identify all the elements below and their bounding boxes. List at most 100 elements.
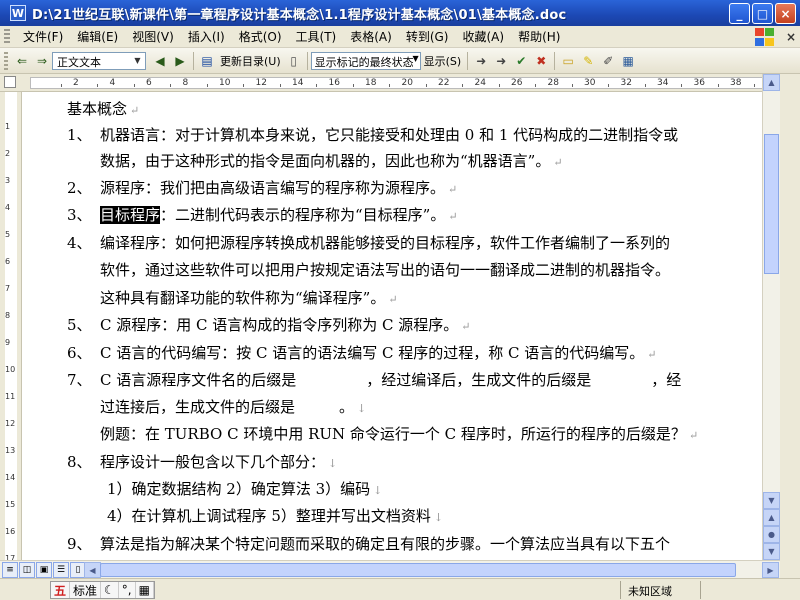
menu-help[interactable]: 帮助(H) bbox=[511, 28, 567, 45]
next-page-icon[interactable]: ▼ bbox=[763, 543, 780, 560]
tab-selector[interactable] bbox=[4, 76, 16, 88]
outline-view-icon[interactable]: ☰ bbox=[53, 562, 69, 578]
example-line: 例题：在 TURBO C 环境中用 RUN 命令运行一个 C 程序时，所运行的程… bbox=[100, 425, 699, 443]
ruler-tick bbox=[352, 84, 354, 87]
horizontal-scroll-thumb[interactable] bbox=[100, 563, 736, 577]
menu-insert[interactable]: 插入(I) bbox=[181, 28, 232, 45]
ruler-tick bbox=[681, 84, 683, 87]
list-item: 2、 源程序：我们把由高级语言编写的程序称为源程序。 ↵ bbox=[67, 179, 458, 197]
title-bar: W D:\21世纪互联\新课件\第一章程序设计基本概念\1.1程序设计基本概念\… bbox=[0, 0, 800, 26]
list-item: 5、 C 源程序：用 C 语言构成的指令序列称为 C 源程序。 ↵ bbox=[67, 316, 471, 334]
ruler-number: 32 bbox=[620, 78, 632, 88]
markup-display-select[interactable]: 显示标记的最终状态 ▼ bbox=[310, 51, 421, 70]
reject-change-icon[interactable]: ✖ bbox=[531, 51, 551, 71]
track-changes-icon[interactable]: ✐ bbox=[598, 51, 618, 71]
paragraph-mark-icon: ↵ bbox=[130, 104, 140, 117]
horizontal-ruler[interactable]: 246810121416182022242628303234363840 bbox=[0, 74, 800, 92]
previous-page-icon[interactable]: ▲ bbox=[763, 509, 780, 526]
comment-icon[interactable]: ▭ bbox=[558, 51, 578, 71]
menu-view[interactable]: 视图(V) bbox=[125, 28, 181, 45]
window-title: D:\21世纪互联\新课件\第一章程序设计基本概念\1.1程序设计基本概念\01… bbox=[32, 7, 567, 23]
list-item: 9、 算法是指为解决某个特定问题而采取的确定且有限的步骤。一个算法应当具有以下五个 bbox=[67, 535, 671, 553]
list-item-continuation: 数据，由于这种形式的指令是面向机器的，因此也称为“机器语言”。 ↵ bbox=[100, 152, 563, 170]
paragraph-mark-icon: ↵ bbox=[448, 210, 458, 223]
ruler-number: 26 bbox=[511, 78, 523, 88]
vertical-ruler-number: 15 bbox=[5, 500, 16, 509]
ruler-tick bbox=[644, 84, 646, 87]
window-right-edge bbox=[780, 74, 800, 600]
scroll-right-arrow-icon[interactable]: ▶ bbox=[762, 562, 779, 578]
vertical-ruler-number: 9 bbox=[5, 338, 11, 347]
vertical-ruler[interactable]: 1 2 3 4 5 6 7 8 9 10 11 12 13 14 15 16 17 bbox=[0, 92, 22, 563]
ime-logo-icon[interactable]: 五 bbox=[51, 582, 71, 598]
web-view-icon[interactable]: ◫ bbox=[19, 562, 35, 578]
half-width-moon-icon[interactable]: ☾ bbox=[101, 582, 119, 598]
vertical-scrollbar[interactable]: ▲ ▼ ▲ ● ▼ bbox=[762, 74, 780, 560]
show-menu-button[interactable]: 显示(S) bbox=[421, 53, 465, 69]
line-break-mark-icon: ↓ bbox=[433, 511, 444, 524]
chevron-down-icon: ▼ bbox=[134, 56, 141, 65]
soft-keyboard-icon[interactable]: ▦ bbox=[136, 582, 154, 598]
toolbar-grip[interactable] bbox=[4, 51, 8, 70]
ruler-tick bbox=[462, 84, 464, 87]
promote-arrow-icon[interactable]: ⇐ bbox=[12, 51, 32, 71]
move-right-icon[interactable]: ▶ bbox=[170, 51, 190, 71]
list-item-continuation: 这种具有翻译功能的软件称为“编译程序”。 ↵ bbox=[100, 289, 398, 307]
punctuation-icon[interactable]: °, bbox=[119, 582, 136, 598]
highlight-icon[interactable]: ✎ bbox=[578, 51, 598, 71]
minimize-button[interactable]: _ bbox=[729, 3, 750, 24]
scroll-left-arrow-icon[interactable]: ◀ bbox=[84, 562, 101, 578]
document-close-button[interactable]: × bbox=[786, 30, 796, 44]
ruler-number: 28 bbox=[547, 78, 559, 88]
ime-mode-label[interactable]: 标准 bbox=[70, 582, 102, 598]
demote-arrow-icon[interactable]: ⇒ bbox=[32, 51, 52, 71]
vertical-ruler-number: 7 bbox=[5, 284, 11, 293]
menu-favorites[interactable]: 收藏(A) bbox=[455, 28, 511, 45]
ruler-number: 22 bbox=[438, 78, 450, 88]
toolbar-separator bbox=[193, 51, 194, 70]
chevron-down-icon: ▼ bbox=[412, 53, 419, 63]
reviewing-pane-icon[interactable]: ▦ bbox=[618, 51, 638, 71]
menu-table[interactable]: 表格(A) bbox=[343, 28, 399, 45]
menu-edit[interactable]: 编辑(E) bbox=[70, 28, 125, 45]
document-page[interactable]: 基本概念 ↵ 1、 机器语言：对于计算机本身来说，它只能接受和处理由 0 和 1 代… bbox=[22, 92, 762, 560]
horizontal-scrollbar[interactable]: ≡ ◫ ▣ ☰ ▯ ◀ ▶ bbox=[0, 560, 780, 578]
line-break-mark-icon: ↓ bbox=[328, 457, 338, 470]
menu-tools[interactable]: 工具(T) bbox=[289, 28, 344, 45]
ruler-number: 30 bbox=[584, 78, 596, 88]
maximize-button[interactable]: □ bbox=[752, 3, 773, 24]
ruler-tick bbox=[97, 84, 99, 87]
print-view-icon[interactable]: ▣ bbox=[36, 562, 52, 578]
vertical-ruler-number: 14 bbox=[5, 473, 16, 482]
vertical-scroll-thumb[interactable] bbox=[764, 134, 779, 274]
ruler-number: 36 bbox=[693, 78, 705, 88]
update-toc-button[interactable]: 更新目录(U) bbox=[217, 53, 284, 69]
ime-toolbar[interactable]: 五 标准 ☾ °, ▦ bbox=[50, 581, 155, 599]
menu-format[interactable]: 格式(O) bbox=[232, 28, 289, 45]
scroll-up-arrow-icon[interactable]: ▲ bbox=[763, 74, 780, 91]
next-change-icon[interactable]: ➜ bbox=[491, 51, 511, 71]
menu-grip[interactable] bbox=[4, 28, 10, 45]
list-item-continuation: 软件，通过这些软件可以把用户按规定语法写出的语句一一翻译成二进制的机器指令。 bbox=[100, 261, 671, 279]
ruler-number: 16 bbox=[328, 78, 340, 88]
goto-toc-icon[interactable]: ▯ bbox=[284, 51, 304, 71]
scroll-down-arrow-icon[interactable]: ▼ bbox=[763, 492, 780, 509]
paragraph-mark-icon: ↵ bbox=[388, 293, 398, 306]
vertical-ruler-number: 6 bbox=[5, 257, 11, 266]
ruler-tick bbox=[425, 84, 427, 87]
toolbar: ⇐ ⇒ 正文文本 ▼ ◀ ▶ ▤ 更新目录(U) ▯ 显示标记的最终状态 ▼ 显… bbox=[0, 48, 800, 74]
vertical-ruler-number: 4 bbox=[5, 203, 11, 212]
style-select-value: 正文文本 bbox=[57, 55, 101, 69]
browse-object-icon[interactable]: ● bbox=[763, 526, 780, 543]
selected-text[interactable]: 目标程序 bbox=[100, 206, 161, 224]
ruler-tick bbox=[279, 84, 281, 87]
previous-change-icon[interactable]: ➜ bbox=[471, 51, 491, 71]
accept-change-icon[interactable]: ✔ bbox=[511, 51, 531, 71]
close-button[interactable]: × bbox=[775, 3, 796, 24]
menu-file[interactable]: 文件(F) bbox=[16, 28, 70, 45]
menu-goto[interactable]: 转到(G) bbox=[399, 28, 456, 45]
move-left-icon[interactable]: ◀ bbox=[150, 51, 170, 71]
vertical-ruler-number: 2 bbox=[5, 149, 11, 158]
style-select[interactable]: 正文文本 ▼ bbox=[52, 51, 146, 70]
normal-view-icon[interactable]: ≡ bbox=[2, 562, 18, 578]
